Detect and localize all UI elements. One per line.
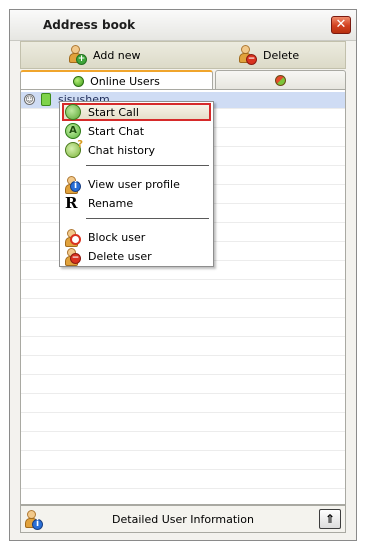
menu-item-chat-history[interactable]: Chat history: [64, 139, 209, 159]
detail-label: Detailed User Information: [112, 513, 254, 526]
phone-icon: [41, 93, 51, 106]
address-book-window: Address book ✕ + Add new − Delete Online…: [9, 9, 357, 541]
close-button[interactable]: ✕: [331, 16, 351, 34]
status-online-icon: [73, 75, 85, 87]
title-bar[interactable]: Address book ✕: [10, 10, 356, 41]
menu-item-label: View user profile: [88, 177, 180, 191]
menu-item-label: Start Call: [88, 105, 139, 119]
menu-separator: [86, 218, 209, 219]
tab-bar: Online Users: [20, 70, 346, 90]
detail-bar: i Detailed User Information ⇑: [20, 505, 346, 533]
menu-item-start-call[interactable]: Start Call: [62, 103, 211, 121]
add-new-button[interactable]: + Add new: [69, 45, 141, 65]
menu-item-label: Start Chat: [88, 124, 145, 138]
menu-separator: [86, 165, 209, 166]
call-icon: [65, 104, 81, 120]
menu-item-label: Delete user: [88, 249, 152, 263]
user-add-icon: +: [69, 45, 87, 65]
tab-other-status[interactable]: [215, 70, 346, 90]
menu-item-view-profile[interactable]: i View user profile: [64, 175, 209, 194]
menu-item-block-user[interactable]: Block user: [64, 228, 209, 247]
user-block-icon: [65, 229, 81, 247]
window-title: Address book: [43, 18, 136, 32]
expand-button[interactable]: ⇑: [319, 509, 341, 529]
menu-item-rename[interactable]: R Rename: [64, 194, 209, 212]
context-menu: Start Call A Start Chat Chat history i V…: [59, 101, 214, 267]
user-info-icon: i: [65, 176, 81, 194]
delete-button[interactable]: − Delete: [239, 45, 299, 65]
chat-history-icon: [65, 139, 83, 158]
delete-label: Delete: [263, 48, 300, 62]
rename-icon: R: [65, 194, 78, 212]
user-delete-icon: −: [239, 45, 257, 65]
add-new-label: Add new: [93, 48, 141, 62]
menu-item-start-chat[interactable]: A Start Chat: [64, 122, 209, 140]
tab-online-users[interactable]: Online Users: [20, 70, 213, 90]
menu-item-label: Block user: [88, 230, 146, 244]
double-chevron-up-icon: ⇑: [324, 512, 336, 526]
status-mixed-icon: [275, 74, 286, 86]
toolbar: + Add new − Delete: [20, 41, 346, 69]
chat-icon: A: [65, 123, 81, 139]
smiley-icon: ☺: [24, 94, 35, 105]
user-delete-icon: −: [65, 248, 81, 266]
menu-item-delete-user[interactable]: − Delete user: [64, 247, 209, 266]
menu-item-label: Rename: [88, 196, 134, 210]
menu-item-label: Chat history: [88, 143, 156, 157]
close-icon: ✕: [335, 17, 347, 32]
tab-online-users-label: Online Users: [90, 74, 160, 88]
